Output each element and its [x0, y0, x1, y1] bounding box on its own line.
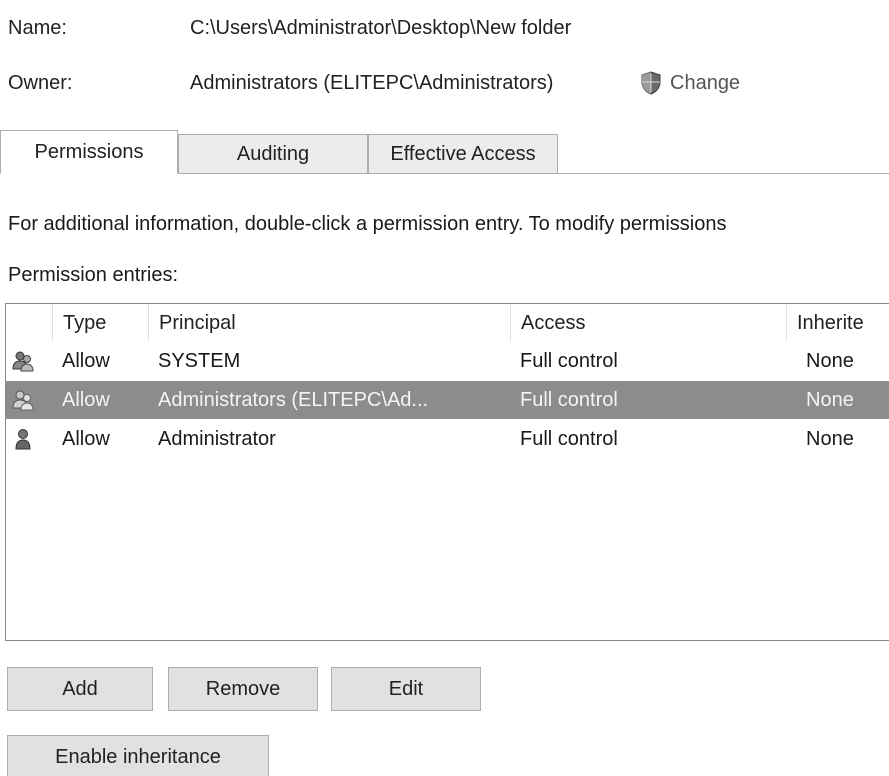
- column-header-principal[interactable]: Principal: [148, 304, 510, 342]
- row-type: Allow: [62, 427, 110, 450]
- column-header-inherited-label: Inherite: [797, 311, 864, 334]
- group-users-icon: [12, 350, 34, 372]
- name-label: Name:: [8, 17, 67, 39]
- info-text: For additional information, double-click…: [8, 213, 727, 235]
- add-button-label: Add: [62, 677, 98, 700]
- column-header-access[interactable]: Access: [510, 304, 786, 342]
- group-users-icon: [12, 389, 34, 411]
- table-row[interactable]: Allow Administrator Full control None: [6, 420, 889, 458]
- remove-button-label: Remove: [205, 677, 281, 700]
- row-principal: Administrators (ELITEPC\Ad...: [158, 388, 429, 411]
- tab-permissions[interactable]: Permissions: [0, 130, 178, 174]
- tab-auditing[interactable]: Auditing: [178, 134, 368, 173]
- edit-button-label: Edit: [388, 677, 424, 700]
- uac-shield-icon: [640, 71, 662, 95]
- row-type: Allow: [62, 349, 110, 372]
- enable-inheritance-button[interactable]: Enable inheritance: [7, 735, 269, 776]
- row-inherited: None: [806, 349, 854, 372]
- change-owner-label: Change: [670, 71, 741, 94]
- row-inherited: None: [806, 427, 854, 450]
- owner-label: Owner:: [8, 72, 73, 94]
- row-access: Full control: [520, 388, 618, 411]
- owner-value: Administrators (ELITEPC\Administrators): [190, 72, 554, 94]
- row-principal: Administrator: [158, 427, 276, 450]
- add-button[interactable]: Add: [7, 667, 153, 711]
- tab-permissions-label: Permissions: [34, 140, 144, 163]
- table-row-selected[interactable]: Allow Administrators (ELITEPC\Ad... Full…: [6, 381, 889, 419]
- row-principal: SYSTEM: [158, 349, 241, 372]
- list-header: Type Principal Access Inherite: [6, 304, 889, 342]
- tab-strip: Permissions Auditing Effective Access: [0, 130, 889, 174]
- tab-auditing-label: Auditing: [236, 142, 310, 165]
- row-type: Allow: [62, 388, 110, 411]
- permission-entries-label: Permission entries:: [8, 264, 179, 286]
- column-header-type-label: Type: [63, 311, 107, 334]
- change-owner-link[interactable]: Change: [640, 71, 740, 95]
- table-row[interactable]: Allow SYSTEM Full control None: [6, 342, 889, 380]
- row-access: Full control: [520, 349, 618, 372]
- column-header-principal-label: Principal: [159, 311, 236, 334]
- row-inherited: None: [806, 388, 854, 411]
- remove-button[interactable]: Remove: [168, 667, 318, 711]
- column-header-access-label: Access: [521, 311, 586, 334]
- permission-entries-list[interactable]: Type Principal Access Inherite Allow SYS…: [5, 303, 889, 641]
- object-name-value: C:\Users\Administrator\Desktop\New folde…: [190, 17, 572, 39]
- user-icon: [12, 428, 34, 450]
- row-access: Full control: [520, 427, 618, 450]
- column-header-inherited-from[interactable]: Inherite: [786, 304, 889, 342]
- edit-button[interactable]: Edit: [331, 667, 481, 711]
- column-header-type[interactable]: Type: [52, 304, 148, 342]
- tab-effective-access-label: Effective Access: [390, 142, 536, 165]
- enable-inheritance-label: Enable inheritance: [55, 745, 221, 768]
- tab-effective-access[interactable]: Effective Access: [368, 134, 558, 173]
